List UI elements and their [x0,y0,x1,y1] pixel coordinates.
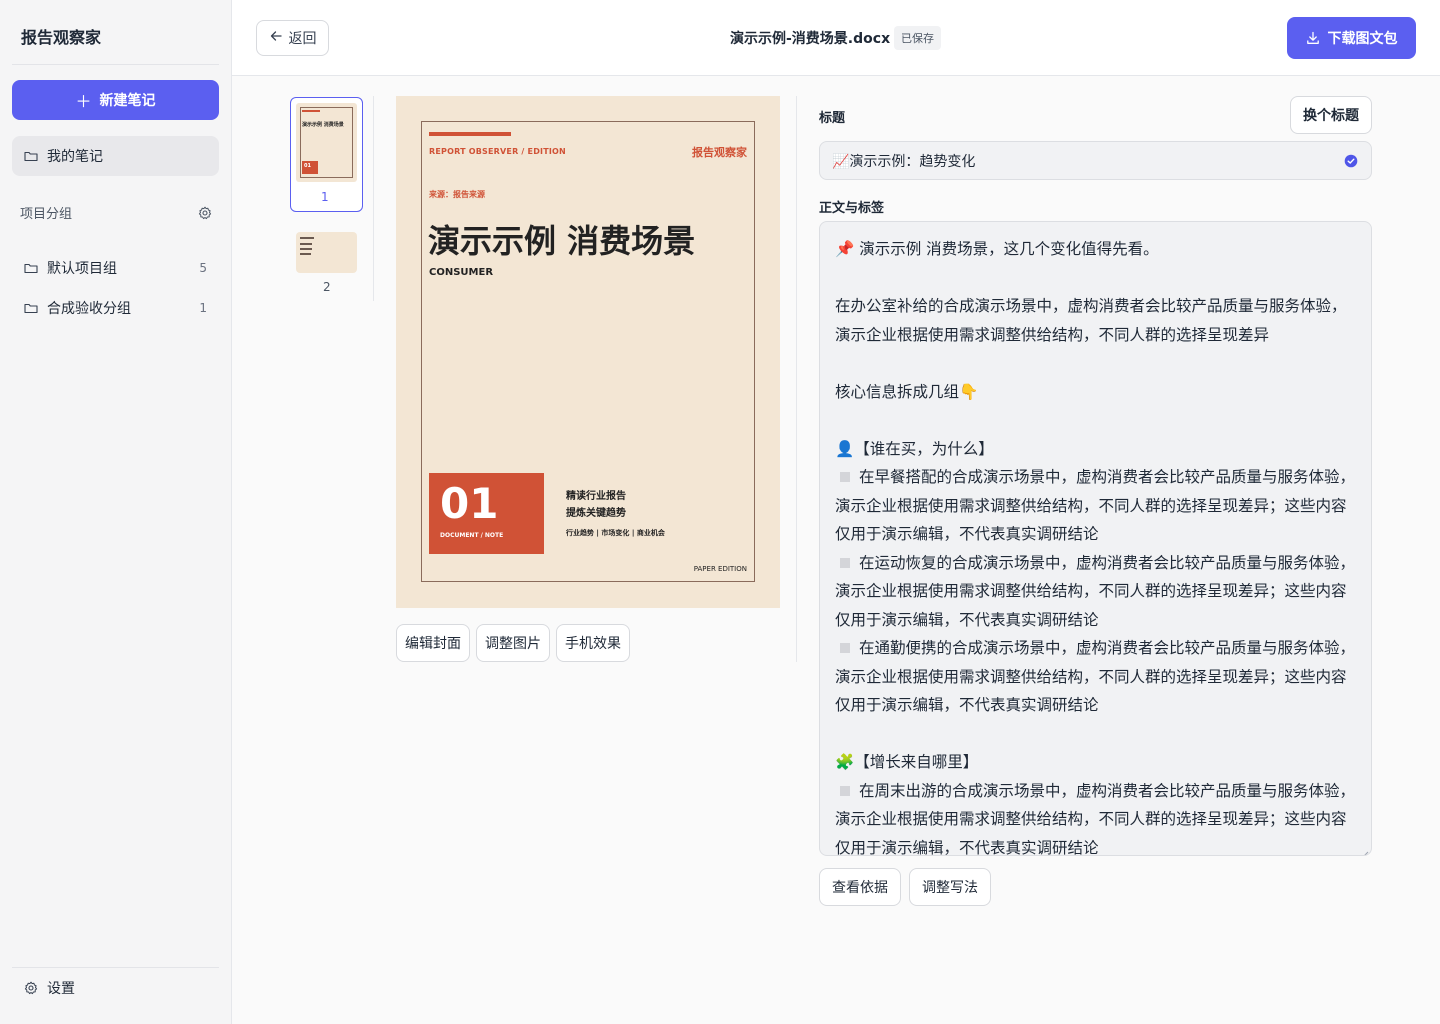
cover-number-block: 01 DOCUMENT / NOTE [429,473,544,554]
thumbnail-line [300,248,312,250]
group-count: 5 [199,261,207,275]
gear-icon[interactable] [198,206,212,220]
adjust-image-button[interactable]: 调整图片 [476,624,550,662]
sidebar-item-label: 我的笔记 [47,149,103,165]
brand-title: 报告观察家 [21,28,102,47]
cover-number: 01 [440,479,499,528]
thumbnail-preview: 演示示例 消费场景 01 [296,103,357,182]
status-badge: 已保存 [894,26,941,50]
divider [12,967,219,968]
groups-heading: 项目分组 [20,203,212,222]
body-line [835,406,1355,435]
download-icon [1306,31,1320,45]
cover-title: 演示示例 消费场景 [428,222,696,260]
bullet-square-icon [840,643,850,653]
sidebar: 报告观察家 ＋ 新建笔记 我的笔记 项目分组 默认项目组 5 合成验收分组 1 [0,0,232,1024]
thumbnail-number-block: 01 [302,161,318,174]
back-label: 返回 [288,31,317,47]
cover-brand: 报告观察家 [692,146,747,159]
cover-source: 来源：报告来源 [429,190,485,199]
body-line: 核心信息拆成几组👇 [835,382,979,401]
group-label: 默认项目组 [47,261,117,277]
arrow-left-icon [269,29,283,47]
settings-label: 设置 [47,981,75,997]
cover-keywords: 行业趋势 | 市场变化 | 商业机会 [566,529,665,537]
body-textarea[interactable]: 📌 演示示例 消费场景，这几个变化值得先看。 在办公室补给的合成演示场景中，虚构… [819,221,1372,856]
bullet-item: 在早餐搭配的合成演示场景中，虚构消费者会比较产品质量与服务体验，演示企业根据使用… [835,463,1355,549]
page-number: 2 [323,280,331,294]
bullet-square-icon [840,785,850,796]
bullet-item: 在通勤便携的合成演示场景中，虚构消费者会比较产品质量与服务体验，演示企业根据使用… [835,634,1355,720]
group-label: 合成验收分组 [47,301,131,317]
thumbnail-line [300,253,311,255]
new-note-button[interactable]: ＋ 新建笔记 [12,80,219,120]
body-label: 正文与标签 [819,201,885,216]
document-title: 演示示例-消费场景.docx [730,31,891,47]
title-field[interactable]: 📈演示示例：趋势变化 [819,141,1372,180]
new-note-label: 新建笔记 [99,93,156,109]
sidebar-item-my-notes[interactable]: 我的笔记 [12,136,219,176]
bullet-text: 在运动恢复的合成演示场景中，虚构消费者会比较产品质量与服务体验，演示企业根据使用… [835,553,1356,629]
bullet-square-icon [840,472,850,482]
body-line [835,349,1355,378]
thumbnail-title: 演示示例 消费场景 [302,122,344,128]
body-line [835,264,1355,293]
gear-icon [24,981,38,995]
cover-edition: REPORT OBSERVER / EDITION [429,147,566,156]
swap-title-button[interactable]: 换个标题 [1290,96,1372,134]
thumbnail-line [300,243,312,245]
title-value: 📈演示示例：趋势变化 [832,153,976,170]
cover-tagline: 提炼关键趋势 [566,508,626,519]
cover-doc-note: DOCUMENT / NOTE [440,532,504,539]
cover-tagline: 精读行业报告 [566,491,626,502]
download-label: 下载图文包 [1327,31,1398,47]
body-line: 🧩【增长来自哪里】 [835,753,979,771]
plus-icon: ＋ [75,92,92,111]
bullet-text: 在通勤便携的合成演示场景中，虚构消费者会比较产品质量与服务体验，演示企业根据使用… [835,639,1356,714]
body-line: 👤【谁在买，为什么】 [835,439,994,458]
top-bar: 返回 演示示例-消费场景.docx 已保存 下载图文包 [232,0,1440,76]
cover-accent-bar [429,132,511,136]
group-count: 1 [199,301,207,315]
bullet-text: 在早餐搭配的合成演示场景中，虚构消费者会比较产品质量与服务体验，演示企业根据使用… [835,468,1356,543]
resize-handle-icon[interactable] [1360,844,1369,855]
divider [12,64,219,65]
page-thumbnail-1[interactable]: 演示示例 消费场景 01 1 [290,97,363,212]
sidebar-item-acceptance-group[interactable]: 合成验收分组 1 [12,290,219,326]
page-thumbnail-2[interactable] [296,232,357,273]
folder-icon [24,261,38,275]
bullet-item: 在运动恢复的合成演示场景中，虚构消费者会比较产品质量与服务体验，演示企业根据使用… [835,549,1355,635]
body-content: 📌 演示示例 消费场景，这几个变化值得先看。 在办公室补给的合成演示场景中，虚构… [835,235,1356,856]
bullet-square-icon [840,557,850,568]
download-button[interactable]: 下载图文包 [1287,17,1416,59]
cover-paper-edition: PAPER EDITION [693,565,747,573]
folder-icon [24,301,38,315]
body-line [835,720,1355,749]
thumbnail-accent-bar [302,110,320,112]
cover-preview: REPORT OBSERVER / EDITION 报告观察家 来源：报告来源 … [396,96,780,608]
title-label: 标题 [819,111,846,126]
thumbnail-line [300,237,314,239]
groups-heading-label: 项目分组 [20,207,73,222]
divider [796,96,797,662]
back-button[interactable]: 返回 [256,20,329,56]
mobile-preview-button[interactable]: 手机效果 [556,624,630,662]
page-number: 1 [321,190,329,204]
check-circle-icon [1344,154,1358,168]
body-line: 📌 演示示例 消费场景，这几个变化值得先看。 [835,240,1159,258]
body-line: 在办公室补给的合成演示场景中，虚构消费者会比较产品质量与服务体验，演示企业根据使… [835,297,1347,344]
bullet-item: 在周末出游的合成演示场景中，虚构消费者会比较产品质量与服务体验，演示企业根据使用… [835,777,1356,856]
bullet-text: 在周末出游的合成演示场景中，虚构消费者会比较产品质量与服务体验，演示企业根据使用… [835,781,1356,856]
folder-icon [24,149,38,163]
edit-cover-button[interactable]: 编辑封面 [396,624,470,662]
thumbnail-number: 01 [304,163,311,169]
cover-subtitle: CONSUMER [429,267,494,278]
sidebar-item-default-group[interactable]: 默认项目组 5 [12,250,219,286]
divider [373,96,374,301]
view-evidence-button[interactable]: 查看依据 [819,868,901,906]
settings-button[interactable]: 设置 [24,978,75,998]
adjust-writing-button[interactable]: 调整写法 [909,868,991,906]
